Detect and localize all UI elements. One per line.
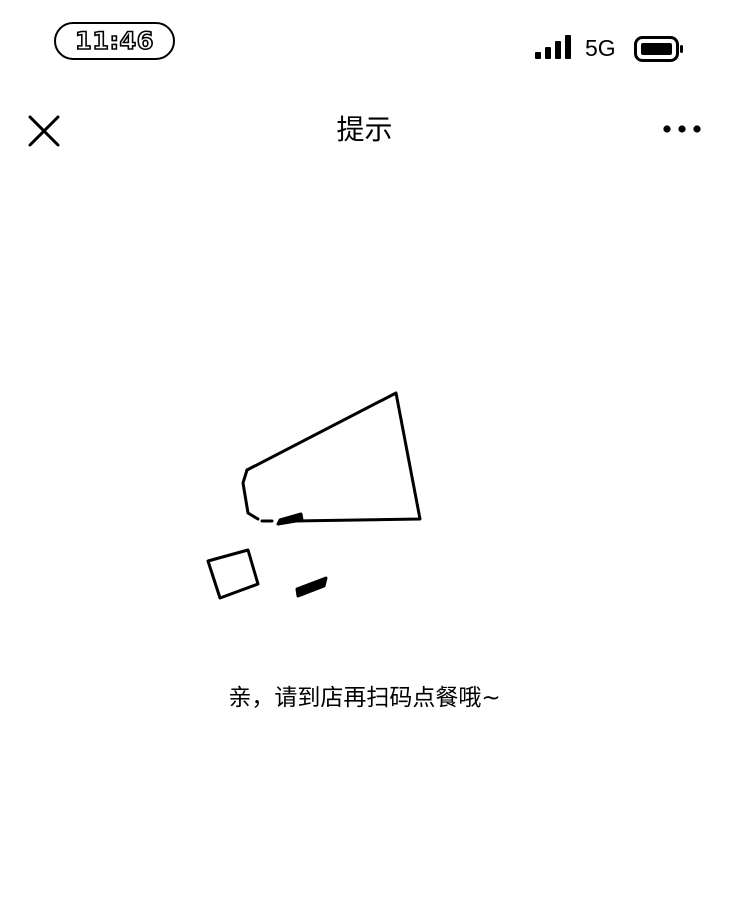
message-text: 亲，请到店再扫码点餐哦~ (228, 685, 501, 711)
time-pill: 11:46 (54, 22, 175, 60)
page-title: 提示 (336, 113, 393, 146)
signal-icon (535, 35, 571, 59)
network-type: 5G (585, 35, 616, 61)
megaphone-icon (206, 391, 422, 600)
nav-bar: 提示 (0, 95, 729, 167)
status-bar: 11:46 5G (0, 0, 729, 80)
more-icon[interactable] (660, 122, 704, 136)
status-time: 11:46 (74, 26, 154, 56)
battery-icon (634, 36, 683, 62)
